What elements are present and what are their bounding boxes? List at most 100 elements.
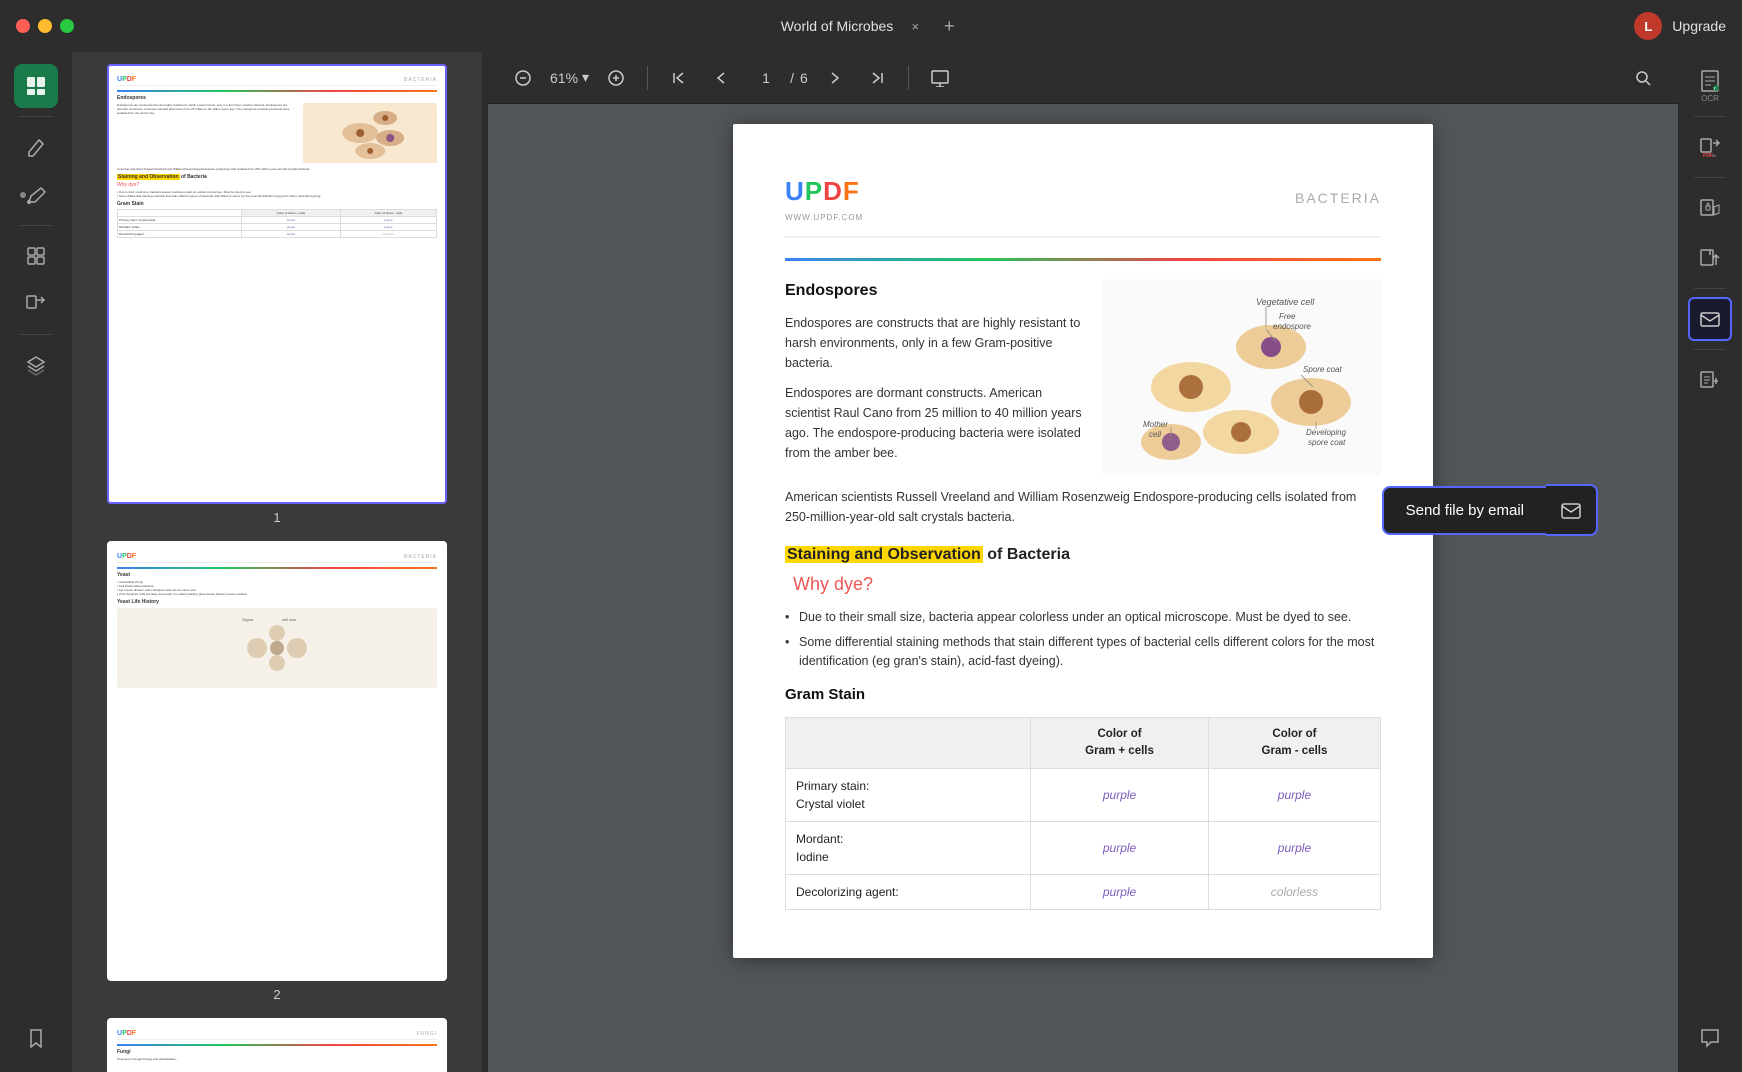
minimize-traffic-light[interactable]	[38, 19, 52, 33]
endospore-diagram: Vegetative cell Free endospore Spore coa…	[1101, 279, 1381, 475]
sidebar-icon-convert[interactable]	[14, 282, 58, 326]
titlebar-right: L Upgrade	[1634, 12, 1726, 40]
thumbnail-panel: UPDF BACTERIA Endospores Endospores are …	[72, 52, 482, 1072]
updf-logo: UPDF WWW.UPDF.COM	[785, 172, 863, 224]
send-file-icon-button[interactable]	[1546, 484, 1598, 536]
zoom-value: 61%	[550, 70, 578, 86]
thumb-yeast-history-title: Yeast Life History	[117, 599, 437, 605]
right-sidebar-divider-1	[1694, 116, 1726, 117]
thumbnail-item-1[interactable]: UPDF BACTERIA Endospores Endospores are …	[80, 64, 474, 525]
updf-logo-text: UPDF	[785, 172, 863, 211]
upgrade-button[interactable]: Upgrade	[1672, 18, 1726, 34]
thumb-bacteria-label-3: FUNGI	[416, 1031, 437, 1037]
staining-bullet-list: Due to their small size, bacteria appear…	[785, 608, 1381, 670]
american-scientists-text: American scientists Russell Vreeland and…	[785, 487, 1381, 527]
gram-stain-table: Color ofGram + cells Color ofGram - cell…	[785, 717, 1381, 911]
tab-add-button[interactable]: +	[937, 14, 961, 38]
svg-text:cell: cell	[1149, 430, 1161, 439]
zoom-level-display: 61% ▾	[550, 69, 589, 86]
sidebar-divider-3	[20, 334, 52, 335]
right-sidebar: T OCR PDF /A	[1678, 52, 1742, 1072]
page-number-input[interactable]	[748, 70, 784, 86]
thumbnail-frame-1[interactable]: UPDF BACTERIA Endospores Endospores are …	[107, 64, 447, 504]
titlebar: World of Microbes × + L Upgrade	[0, 0, 1742, 52]
compress-button[interactable]	[1688, 358, 1732, 402]
right-sidebar-divider-2	[1694, 177, 1726, 178]
prev-page-button[interactable]	[706, 63, 736, 93]
svg-text:Developing: Developing	[1306, 428, 1347, 437]
share-button[interactable]	[1688, 236, 1732, 280]
gram-row-1-label: Primary stain:Crystal violet	[786, 769, 1031, 822]
toolbar-divider-2	[908, 66, 909, 90]
thumbnail-number-2: 2	[273, 987, 280, 1002]
staining-highlight: Staining and Observation	[785, 546, 983, 563]
gram-col-label	[786, 717, 1031, 769]
thumb-section-title-1: Endospores	[117, 95, 437, 101]
sidebar-icon-organize[interactable]	[14, 234, 58, 278]
gram-row-2-plus: purple	[1031, 822, 1209, 875]
gram-row-3: Decolorizing agent: purple colorless	[786, 875, 1381, 910]
page-content: UPDF WWW.UPDF.COM BACTERIA Endospores En…	[733, 124, 1433, 958]
presentation-button[interactable]	[925, 63, 955, 93]
gram-row-3-plus: purple	[1031, 875, 1209, 910]
sidebar-icon-annotate[interactable]	[14, 173, 58, 217]
first-page-button[interactable]	[664, 63, 694, 93]
gram-row-2-label: Mordant:Iodine	[786, 822, 1031, 875]
comment-button[interactable]	[1688, 1016, 1732, 1060]
titlebar-center: World of Microbes × +	[781, 14, 962, 38]
page-separator: /	[790, 70, 794, 86]
sidebar-icon-edit[interactable]	[14, 125, 58, 169]
svg-text:/A: /A	[1712, 153, 1716, 158]
gram-row-1-plus: purple	[1031, 769, 1209, 822]
zoom-out-button[interactable]	[508, 63, 538, 93]
endospores-para1: Endospores are constructs that are highl…	[785, 313, 1085, 373]
toolbar: 61% ▾	[488, 52, 1678, 104]
last-page-button[interactable]	[862, 63, 892, 93]
gram-row-3-minus: colorless	[1208, 875, 1380, 910]
left-sidebar	[0, 52, 72, 1072]
thumb-body-fungi: Overview of fungal biology and classific…	[117, 1057, 437, 1061]
endospore-text: Endospores Endospores are constructs tha…	[785, 279, 1085, 475]
search-button[interactable]	[1628, 63, 1658, 93]
sidebar-divider-2	[20, 225, 52, 226]
gram-row-2: Mordant:Iodine purple purple	[786, 822, 1381, 875]
zoom-dropdown-icon[interactable]: ▾	[582, 69, 589, 86]
thumb-bacteria-label-2: BACTERIA	[404, 554, 437, 560]
thumb-staining-title-1: Staining and Observation of Bacteria	[117, 174, 437, 180]
ocr-btn-label: OCR	[1701, 95, 1719, 104]
doc-viewer: UPDF WWW.UPDF.COM BACTERIA Endospores En…	[488, 104, 1678, 1072]
close-traffic-light[interactable]	[16, 19, 30, 33]
protect-button[interactable]	[1688, 186, 1732, 230]
thumbnail-frame-3[interactable]: UPDF FUNGI Fungi Overview of fungal biol…	[107, 1018, 447, 1072]
convert-button[interactable]: PDF /A	[1688, 125, 1732, 169]
gram-row-3-label: Decolorizing agent:	[786, 875, 1031, 910]
gram-col-plus: Color ofGram + cells	[1031, 717, 1209, 769]
thumb-bacteria-label-1: BACTERIA	[404, 77, 437, 83]
gram-row-1-minus: purple	[1208, 769, 1380, 822]
tab-close-button[interactable]: ×	[905, 16, 925, 36]
ocr-button[interactable]: T OCR	[1688, 64, 1732, 108]
doc-bacteria-label: BACTERIA	[1295, 188, 1381, 209]
sidebar-icon-reader[interactable]	[14, 64, 58, 108]
sidebar-icon-bookmark[interactable]	[14, 1016, 58, 1060]
gram-row-2-minus: purple	[1208, 822, 1380, 875]
sidebar-icon-layers[interactable]	[14, 343, 58, 387]
maximize-traffic-light[interactable]	[60, 19, 74, 33]
user-avatar[interactable]: L	[1634, 12, 1662, 40]
main-layout: UPDF BACTERIA Endospores Endospores are …	[0, 52, 1742, 1072]
doc-header: UPDF WWW.UPDF.COM BACTERIA	[785, 172, 1381, 238]
thumbnail-item-2[interactable]: UPDF BACTERIA Yeast • Intracellular Pump…	[80, 541, 474, 1002]
thumbnail-item-3[interactable]: UPDF FUNGI Fungi Overview of fungal biol…	[80, 1018, 474, 1072]
window-title: World of Microbes	[781, 18, 894, 34]
next-page-button[interactable]	[820, 63, 850, 93]
thumbnail-frame-2[interactable]: UPDF BACTERIA Yeast • Intracellular Pump…	[107, 541, 447, 981]
zoom-in-button[interactable]	[601, 63, 631, 93]
updf-logo-sub: WWW.UPDF.COM	[785, 212, 863, 224]
svg-text:Mother: Mother	[1143, 420, 1168, 429]
staining-normal: of Bacteria	[987, 546, 1070, 563]
traffic-lights	[16, 19, 74, 33]
endospores-title: Endospores	[785, 279, 1085, 303]
right-sidebar-divider-4	[1694, 349, 1726, 350]
send-email-sidebar-button[interactable]	[1688, 297, 1732, 341]
page-total: 6	[800, 70, 808, 86]
